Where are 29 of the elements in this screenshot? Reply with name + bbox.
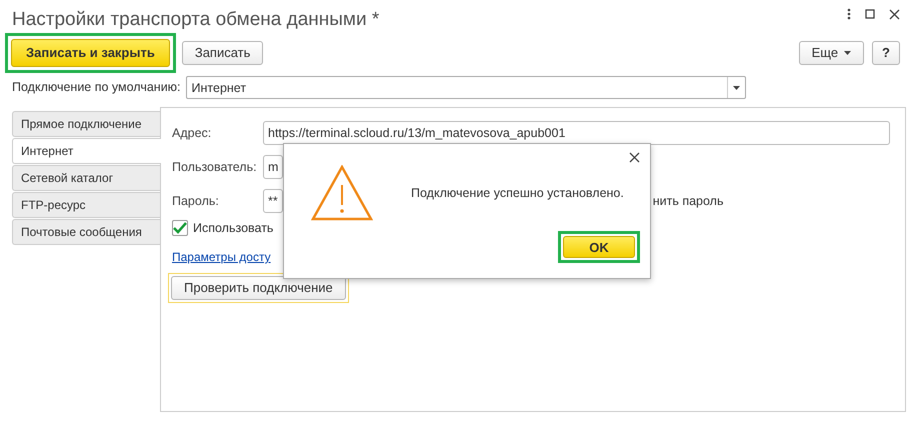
save-and-close-button[interactable]: Записать и закрыть [11, 39, 170, 67]
caret-icon [844, 51, 852, 55]
tab[interactable]: FTP-ресурс [12, 192, 160, 218]
tab[interactable]: Прямое подключение [12, 111, 160, 137]
field-label: Подключение по умолчанию: [12, 79, 181, 96]
save-button[interactable]: Записать [182, 41, 264, 65]
window-title: Настройки транспорта обмена данными * [12, 9, 380, 30]
ok-button[interactable]: OK [563, 236, 635, 258]
checkbox-label: нить пароль [652, 192, 724, 210]
help-button[interactable]: ? [872, 41, 900, 65]
field-label: Адрес: [172, 124, 212, 142]
tab[interactable]: Интернет [12, 138, 161, 164]
dropdown-field[interactable]: Интернет [186, 76, 746, 99]
checkbox-label: Использовать [193, 220, 274, 237]
message-text: Подключение успешно установлено. [411, 184, 624, 202]
more-icon[interactable] [847, 8, 851, 20]
check-connection-button[interactable]: Проверить подключение [171, 276, 346, 300]
field-label: Пользователь: [172, 158, 258, 176]
close-icon[interactable] [629, 152, 640, 163]
checkbox[interactable] [172, 220, 188, 236]
warning-icon [311, 165, 373, 221]
caret-icon [732, 86, 740, 90]
more-button[interactable]: Еще [798, 41, 864, 65]
maximize-icon[interactable] [865, 9, 875, 19]
tab[interactable]: Почтовые сообщения [12, 219, 160, 245]
close-icon[interactable] [889, 8, 900, 20]
link[interactable]: Параметры досту [172, 248, 271, 266]
field-label: Пароль: [172, 192, 220, 210]
tab[interactable]: Сетевой каталог [12, 165, 160, 191]
